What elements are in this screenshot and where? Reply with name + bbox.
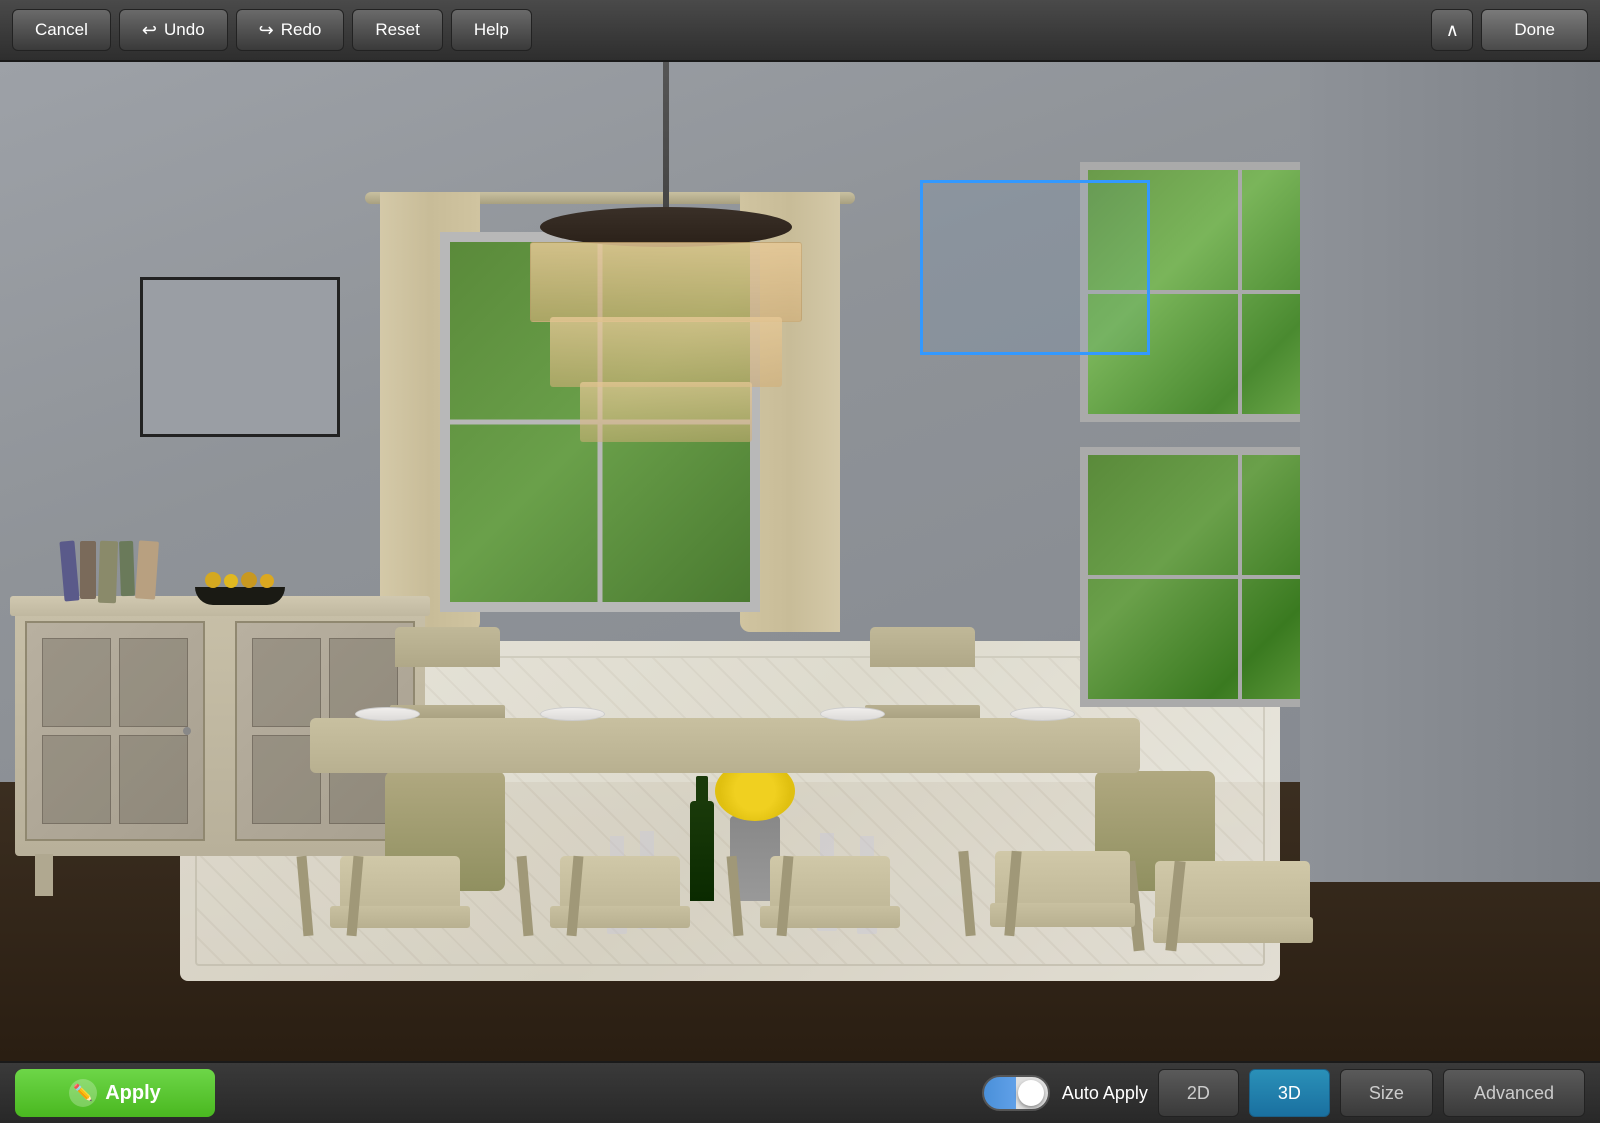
apply-icon: ✏️ — [69, 1079, 97, 1107]
auto-apply-toggle[interactable] — [982, 1075, 1050, 1111]
plate-4 — [1010, 707, 1075, 721]
plate-1 — [355, 707, 420, 721]
done-button[interactable]: Done — [1481, 9, 1588, 51]
redo-button[interactable]: ↪ Redo — [236, 9, 345, 51]
books-decoration — [62, 541, 157, 603]
mode-2d-button[interactable]: 2D — [1158, 1069, 1239, 1117]
plate-2 — [540, 707, 605, 721]
plate-3 — [820, 707, 885, 721]
selection-rectangle — [920, 180, 1150, 355]
mode-3d-button[interactable]: 3D — [1249, 1069, 1330, 1117]
picture-frame[interactable] — [140, 277, 340, 437]
help-button[interactable]: Help — [451, 9, 532, 51]
bottom-toolbar: ✏️ Apply Auto Apply 2D 3D Size Advanced — [0, 1061, 1600, 1123]
collapse-button[interactable]: ∧ — [1431, 9, 1473, 51]
chandelier — [520, 207, 812, 467]
chandelier-chain — [663, 62, 669, 217]
chair-back-left — [395, 627, 505, 721]
sideboard-door-left — [25, 621, 205, 841]
top-toolbar: Cancel ↩ Undo ↪ Redo Reset Help ∧ Done — [0, 0, 1600, 62]
fruit-bowl — [195, 587, 285, 605]
cancel-button[interactable]: Cancel — [12, 9, 111, 51]
auto-apply-label: Auto Apply — [1062, 1083, 1148, 1104]
collapse-icon: ∧ — [1446, 20, 1459, 41]
redo-icon: ↪ — [259, 20, 274, 41]
wine-bottle — [690, 801, 714, 901]
right-wall — [1300, 62, 1600, 882]
undo-button[interactable]: ↩ Undo — [119, 9, 228, 51]
scene-viewport[interactable] — [0, 62, 1600, 1061]
chair-back-right — [870, 627, 980, 721]
advanced-button[interactable]: Advanced — [1443, 1069, 1585, 1117]
toggle-knob — [1018, 1080, 1044, 1106]
reset-button[interactable]: Reset — [352, 9, 442, 51]
undo-icon: ↩ — [142, 20, 157, 41]
size-button[interactable]: Size — [1340, 1069, 1433, 1117]
auto-apply-section: Auto Apply — [982, 1075, 1148, 1111]
apply-button[interactable]: ✏️ Apply — [15, 1069, 215, 1117]
dining-table-top — [310, 718, 1140, 773]
